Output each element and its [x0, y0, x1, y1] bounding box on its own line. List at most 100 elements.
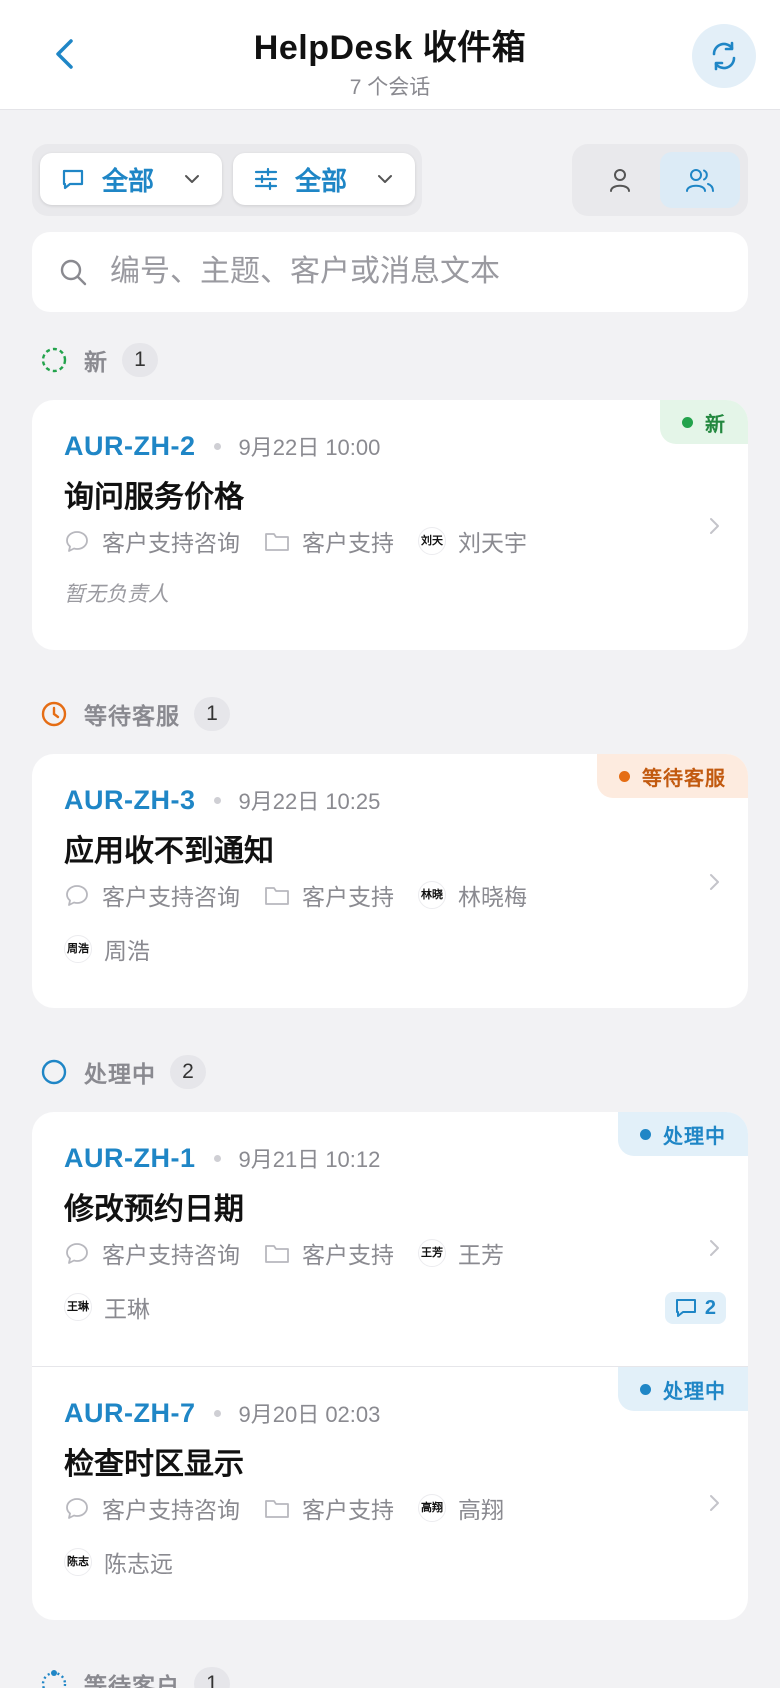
search-bar [32, 232, 748, 312]
channel-filter-button[interactable]: 全部 [40, 153, 222, 205]
comment-count-badge: 2 [664, 1292, 726, 1324]
attribute-filter-button[interactable]: 全部 [233, 153, 415, 205]
channel-filter-label: 全部 [102, 165, 155, 196]
section-title: 等待客服 [84, 703, 180, 729]
title-block: HelpDesk 收件箱 7 个会话 [0, 20, 780, 101]
status-waiting-customer-icon [40, 1670, 68, 1688]
section-header-waiting-agent: 等待客服 1 [40, 694, 230, 734]
ticket-id: AUR-ZH-1 [64, 1142, 196, 1173]
person-icon [610, 169, 630, 192]
top-bar: HelpDesk 收件箱 7 个会话 [0, 0, 780, 110]
status-badge: 等待客服 [597, 754, 748, 798]
ticket-row[interactable]: 等待客服 AUR-ZH-3 9月22日 10:25 应用收不到通知 客户支持咨询… [32, 754, 748, 1008]
message-icon [60, 166, 86, 192]
ticket-row[interactable]: 处理中 AUR-ZH-7 9月20日 02:03 检查时区显示 客户支持咨询 客… [32, 1367, 748, 1620]
ticket-subject: 应用收不到通知 [64, 835, 274, 868]
ticket-meta: 客户支持咨询 客户支持 林晓 林晓梅 [64, 878, 527, 912]
customer-name: 王芳 [458, 1242, 504, 1268]
status-badge: 处理中 [618, 1367, 748, 1411]
status-in-progress-icon [40, 1058, 68, 1086]
customer-avatar: 王芳 [418, 1239, 446, 1267]
ticket-meta: 客户支持咨询 客户支持 刘天 刘天宇 [64, 524, 527, 558]
chevron-down-icon [182, 169, 202, 189]
ticket-type: 客户支持咨询 [102, 1242, 240, 1268]
chat-bubble-icon [64, 1240, 90, 1266]
ticket-meta: 客户支持咨询 客户支持 王芳 王芳 [64, 1236, 504, 1270]
assignee-avatar: 陈志 [64, 1548, 92, 1576]
customer-avatar: 高翔 [418, 1494, 446, 1522]
ticket-id-line: AUR-ZH-2 9月22日 10:00 [64, 430, 380, 462]
search-input[interactable] [110, 255, 748, 289]
folder-icon [264, 529, 290, 553]
customer-avatar: 林晓 [418, 881, 446, 909]
assignee-avatar: 王琳 [64, 1293, 92, 1321]
section-count: 2 [170, 1055, 206, 1089]
chevron-right-icon [704, 516, 724, 536]
section-count: 1 [122, 343, 158, 377]
ticket-id: AUR-ZH-2 [64, 430, 196, 461]
section-title: 等待客户 [84, 1673, 180, 1688]
ticket-id: AUR-ZH-7 [64, 1397, 196, 1428]
ticket-subject: 询问服务价格 [64, 481, 244, 514]
customer-name: 刘天宇 [458, 530, 527, 556]
status-badge: 新 [660, 400, 748, 444]
ticket-queue: 客户支持 [302, 530, 394, 556]
refresh-icon [712, 41, 736, 71]
assignee-name: 周浩 [104, 938, 150, 964]
ticket-queue: 客户支持 [302, 1497, 394, 1523]
chevron-right-icon [704, 1238, 724, 1258]
ticket-row[interactable]: 新 AUR-ZH-2 9月22日 10:00 询问服务价格 客户支持咨询 客户支… [32, 400, 748, 650]
chevron-right-icon [704, 872, 724, 892]
section-header-in-progress: 处理中 2 [40, 1052, 206, 1092]
page-title: HelpDesk 收件箱 [253, 29, 527, 67]
ticket-row[interactable]: 处理中 AUR-ZH-1 9月21日 10:12 修改预约日期 客户支持咨询 客… [32, 1112, 748, 1366]
refresh-button[interactable] [692, 24, 756, 88]
chat-bubble-icon [64, 528, 90, 554]
chat-bubble-icon [64, 1495, 90, 1521]
assignee: 陈志 陈志远 [64, 1545, 173, 1579]
section-title: 处理中 [84, 1061, 156, 1087]
customer-avatar: 刘天 [418, 527, 446, 555]
ticket-id-line: AUR-ZH-3 9月22日 10:25 [64, 784, 380, 816]
ticket-date: 9月22日 10:00 [238, 435, 381, 460]
ticket-card: 等待客服 AUR-ZH-3 9月22日 10:25 应用收不到通知 客户支持咨询… [32, 754, 748, 1008]
assignee: 周浩 周浩 [64, 932, 150, 966]
customer-name: 高翔 [458, 1497, 504, 1523]
ticket-queue: 客户支持 [302, 1242, 394, 1268]
ticket-date: 9月21日 10:12 [238, 1147, 381, 1172]
team-view-button[interactable] [660, 152, 740, 208]
ticket-card: 新 AUR-ZH-2 9月22日 10:00 询问服务价格 客户支持咨询 客户支… [32, 400, 748, 650]
section-header-new: 新 1 [40, 340, 158, 380]
ticket-date: 9月20日 02:03 [238, 1402, 381, 1427]
search-icon [58, 257, 88, 287]
folder-icon [264, 1496, 290, 1520]
ticket-queue: 客户支持 [302, 884, 394, 910]
mine-view-button[interactable] [580, 152, 660, 208]
ticket-card: 处理中 AUR-ZH-1 9月21日 10:12 修改预约日期 客户支持咨询 客… [32, 1112, 748, 1620]
people-icon [686, 169, 714, 192]
conversation-count: 7 个会话 [349, 76, 431, 99]
filter-group: 全部 全部 [32, 144, 422, 216]
assignee: 王琳 王琳 [64, 1290, 150, 1324]
ticket-id-line: AUR-ZH-7 9月20日 02:03 [64, 1397, 380, 1429]
customer-name: 林晓梅 [458, 884, 527, 910]
ticket-type: 客户支持咨询 [102, 530, 240, 556]
chat-bubble-icon [64, 882, 90, 908]
assignee: 暂无负责人 [64, 583, 169, 606]
ticket-subject: 检查时区显示 [64, 1448, 244, 1481]
assignee-name: 陈志远 [104, 1551, 173, 1577]
ticket-id: AUR-ZH-3 [64, 784, 196, 815]
section-count: 1 [194, 1667, 230, 1688]
assignee-avatar: 周浩 [64, 935, 92, 963]
status-badge: 处理中 [618, 1112, 748, 1156]
section-count: 1 [194, 697, 230, 731]
ticket-meta: 客户支持咨询 客户支持 高翔 高翔 [64, 1491, 504, 1525]
status-new-icon [40, 346, 68, 374]
ticket-type: 客户支持咨询 [102, 884, 240, 910]
ticket-type: 客户支持咨询 [102, 1497, 240, 1523]
section-header-waiting-customer: 等待客户 1 [40, 1664, 230, 1688]
comment-icon [675, 1299, 696, 1317]
chevron-down-icon [375, 169, 395, 189]
section-title: 新 [84, 349, 108, 375]
attribute-filter-label: 全部 [295, 165, 348, 196]
